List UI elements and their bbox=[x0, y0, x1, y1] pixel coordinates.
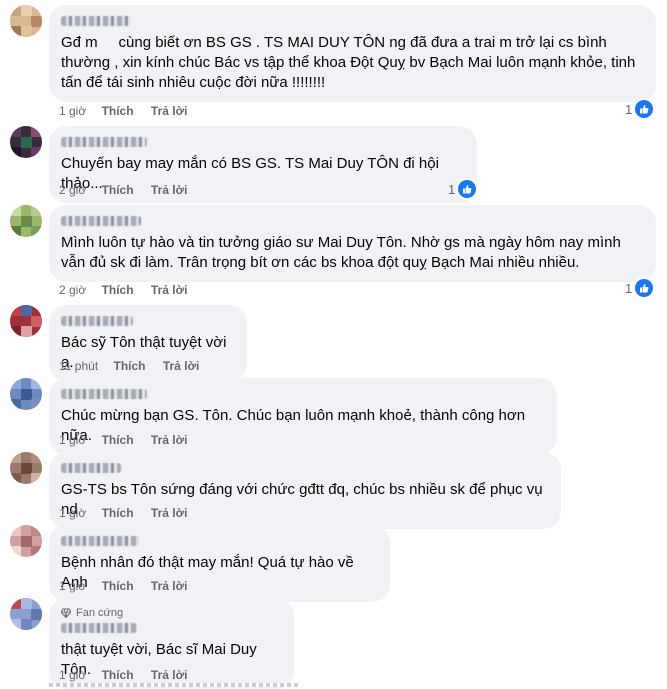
reply-button[interactable]: Trả lời bbox=[151, 183, 188, 197]
like-button[interactable]: Thích bbox=[102, 668, 134, 682]
diamond-icon bbox=[61, 608, 71, 618]
reaction-count[interactable]: 1 bbox=[448, 180, 477, 198]
avatar[interactable] bbox=[10, 126, 42, 158]
reply-button[interactable]: Trả lời bbox=[151, 506, 188, 520]
comment-actions: 1 giờ Thích Trả lời bbox=[59, 103, 201, 119]
like-button[interactable]: Thích bbox=[102, 433, 134, 447]
comment-time[interactable]: 1 giờ bbox=[59, 668, 86, 682]
comment-actions: 11 phút Thích Trả lời bbox=[59, 358, 213, 374]
comment-bubble: Mình luôn tự hào và tin tưởng giáo sư Ma… bbox=[49, 205, 656, 282]
avatar[interactable] bbox=[10, 305, 42, 337]
reaction-count[interactable]: 1 bbox=[625, 100, 654, 118]
avatar[interactable] bbox=[10, 598, 42, 630]
like-button[interactable]: Thích bbox=[102, 579, 134, 593]
commenter-name[interactable] bbox=[61, 213, 644, 229]
commenter-name[interactable] bbox=[61, 13, 644, 29]
avatar[interactable] bbox=[10, 378, 42, 410]
reply-button[interactable]: Trả lời bbox=[151, 283, 188, 297]
like-count: 1 bbox=[625, 280, 633, 296]
fan-badge: Fan cứng bbox=[61, 606, 282, 620]
comment-actions: 2 giờ Thích Trả lời bbox=[59, 182, 201, 198]
comment-time[interactable]: 1 giờ bbox=[59, 104, 86, 118]
avatar[interactable] bbox=[10, 205, 42, 237]
reply-button[interactable]: Trả lời bbox=[163, 359, 200, 373]
comment-actions: 2 giờ Thích Trả lời bbox=[59, 282, 201, 298]
next-comment-edge bbox=[49, 683, 299, 687]
comment-time[interactable]: 1 giờ bbox=[59, 579, 86, 593]
comment-time[interactable]: 1 giờ bbox=[59, 433, 86, 447]
commenter-name[interactable] bbox=[61, 460, 549, 476]
commenter-name[interactable] bbox=[61, 533, 378, 549]
commenter-name[interactable] bbox=[61, 620, 282, 636]
comment-time[interactable]: 1 giờ bbox=[59, 506, 86, 520]
fan-badge-label: Fan cứng bbox=[76, 607, 124, 619]
like-button[interactable]: Thích bbox=[102, 283, 134, 297]
reaction-count[interactable]: 1 bbox=[625, 279, 654, 297]
avatar[interactable] bbox=[10, 525, 42, 557]
comment-actions: 1 giờ Thích Trả lời bbox=[59, 578, 201, 594]
avatar[interactable] bbox=[10, 5, 42, 37]
like-button[interactable]: Thích bbox=[102, 183, 134, 197]
comment-bubble: Gđ m cùng biết ơn BS GS . TS MAI DUY TÔN… bbox=[49, 5, 656, 102]
like-button[interactable]: Thích bbox=[102, 506, 134, 520]
like-button[interactable]: Thích bbox=[114, 359, 146, 373]
comment-text: Gđ m cùng biết ơn BS GS . TS MAI DUY TÔN… bbox=[61, 34, 640, 91]
reply-button[interactable]: Trả lời bbox=[151, 104, 188, 118]
comment-actions: 1 giờ Thích Trả lời bbox=[59, 432, 201, 448]
comment-actions: 1 giờ Thích Trả lời bbox=[59, 505, 201, 521]
commenter-name[interactable] bbox=[61, 134, 465, 150]
like-count: 1 bbox=[625, 101, 633, 117]
comment-time[interactable]: 2 giờ bbox=[59, 283, 86, 297]
reply-button[interactable]: Trả lời bbox=[151, 433, 188, 447]
commenter-name[interactable] bbox=[61, 313, 235, 329]
thumbs-up-icon bbox=[635, 279, 654, 297]
like-count: 1 bbox=[448, 181, 456, 197]
comment-actions: 1 giờ Thích Trả lời bbox=[59, 667, 201, 683]
comment-time[interactable]: 2 giờ bbox=[59, 183, 86, 197]
avatar[interactable] bbox=[10, 452, 42, 484]
thumbs-up-icon bbox=[635, 100, 654, 118]
comment-time[interactable]: 11 phút bbox=[59, 359, 98, 373]
commenter-name[interactable] bbox=[61, 386, 545, 402]
reply-button[interactable]: Trả lời bbox=[151, 579, 188, 593]
reply-button[interactable]: Trả lời bbox=[151, 668, 188, 682]
like-button[interactable]: Thích bbox=[102, 104, 134, 118]
thumbs-up-icon bbox=[458, 180, 477, 198]
comment-text: Mình luôn tự hào và tin tưởng giáo sư Ma… bbox=[61, 234, 625, 271]
